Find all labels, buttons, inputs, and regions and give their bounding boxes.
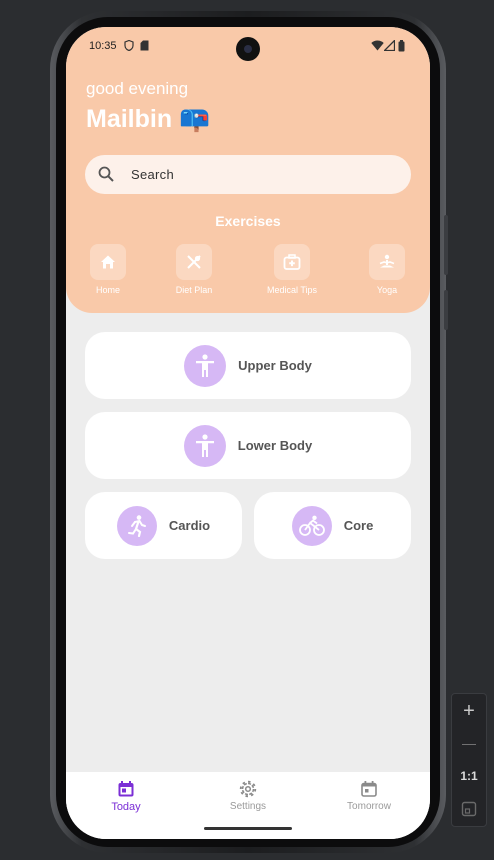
nav-label: Today — [111, 801, 141, 813]
category-diet-plan[interactable]: Diet Plan — [154, 244, 234, 295]
signal-icon — [382, 38, 396, 54]
header-panel: 10:35 good evening Mailbin 📪 Search Exer… — [66, 27, 430, 313]
exercise-card-cardio[interactable]: Cardio — [85, 492, 242, 559]
calendar-today-icon — [118, 781, 134, 797]
yoga-icon — [379, 254, 395, 268]
exercise-label: Cardio — [168, 518, 211, 533]
exercise-card-lower-body[interactable]: Lower Body — [85, 412, 411, 479]
exercise-card-core[interactable]: Core — [254, 492, 411, 559]
category-home[interactable]: Home — [68, 244, 148, 295]
greeting-text: good evening — [86, 79, 189, 98]
status-bar: 10:35 — [66, 27, 430, 67]
nav-tomorrow[interactable]: Tomorrow — [329, 780, 409, 812]
exercise-label: Upper Body — [238, 358, 312, 373]
search-icon — [98, 166, 114, 182]
status-time: 10:35 — [89, 40, 117, 52]
zoom-in-button[interactable]: + — [452, 696, 486, 726]
nav-settings[interactable]: Settings — [208, 780, 288, 812]
zoom-controls: + — 1:1 — [451, 693, 487, 827]
shield-icon — [124, 39, 134, 54]
nav-today[interactable]: Today — [86, 780, 166, 813]
exercises-heading: Exercises — [215, 213, 281, 229]
power-button — [444, 215, 448, 275]
fit-screen-button[interactable] — [452, 794, 486, 824]
volume-button — [444, 290, 448, 330]
cycling-icon — [298, 515, 325, 536]
accessibility-person-icon — [195, 433, 214, 457]
search-bar[interactable]: Search — [85, 155, 411, 194]
category-label: Yoga — [376, 285, 398, 295]
wifi-icon — [371, 40, 384, 54]
zoom-reset-button[interactable]: 1:1 — [452, 761, 486, 791]
calendar-icon — [361, 781, 377, 797]
user-name: Mailbin 📪 — [86, 105, 211, 133]
battery-icon — [398, 40, 405, 55]
category-yoga[interactable]: Yoga — [347, 244, 427, 295]
search-placeholder: Search — [131, 167, 174, 182]
category-label: Diet Plan — [175, 285, 213, 295]
zoom-out-button[interactable]: — — [452, 728, 486, 758]
fit-screen-icon — [461, 801, 477, 817]
exercise-label: Lower Body — [237, 438, 313, 453]
gesture-home-indicator[interactable] — [204, 827, 292, 830]
exercise-card-upper-body[interactable]: Upper Body — [85, 332, 411, 399]
app-screen: 10:35 good evening Mailbin 📪 Search Exer… — [66, 27, 430, 839]
exercise-label: Core — [343, 518, 374, 533]
running-icon — [127, 514, 146, 537]
medical-kit-icon — [283, 254, 301, 270]
home-icon — [101, 255, 115, 269]
accessibility-person-icon — [196, 353, 215, 377]
nav-label: Tomorrow — [347, 801, 391, 812]
utensils-icon — [187, 255, 201, 269]
front-camera — [236, 37, 260, 61]
category-label: Home — [95, 285, 120, 295]
nav-label: Settings — [229, 801, 267, 812]
sd-card-icon — [140, 40, 149, 54]
category-label: Medical Tips — [266, 285, 318, 295]
gear-icon — [239, 780, 257, 798]
category-medical-tips[interactable]: Medical Tips — [252, 244, 332, 295]
